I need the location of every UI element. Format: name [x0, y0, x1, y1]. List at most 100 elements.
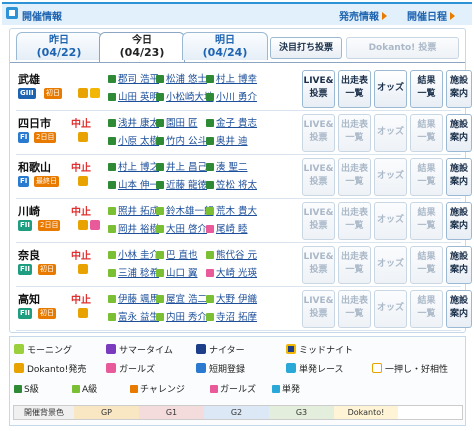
rider-link[interactable]: 小原 太樹: [108, 133, 159, 147]
venue-name[interactable]: 武雄: [18, 71, 40, 87]
facility-button[interactable]: 施設 案内: [446, 114, 472, 152]
girls-class-icon: [210, 385, 218, 393]
live-vote-button[interactable]: LIVE& 投票: [302, 70, 335, 108]
rider-link[interactable]: 松浦 悠士: [156, 71, 207, 85]
rider-link[interactable]: 巴 直也: [156, 247, 198, 261]
color-g1: G1: [139, 406, 204, 419]
rider-link[interactable]: 近藤 龍徳: [156, 177, 207, 191]
rider-link[interactable]: 小林 圭介: [108, 247, 159, 261]
rider-link[interactable]: 小川 勇介: [206, 89, 257, 103]
results-button[interactable]: 結果 一覧: [410, 114, 443, 152]
class-icon: [156, 75, 164, 83]
rider-link[interactable]: 山本 伸一: [108, 177, 159, 191]
legend-dokanto: Dokanto!発売: [14, 362, 86, 375]
venue-name[interactable]: 四日市: [18, 115, 51, 131]
rider-link[interactable]: 寺沼 拓摩: [206, 309, 257, 323]
odds-button[interactable]: オッズ: [374, 202, 407, 240]
facility-button[interactable]: 施設 案内: [446, 158, 472, 196]
facility-button[interactable]: 施設 案内: [446, 202, 472, 240]
rider-link[interactable]: 園田 匠: [156, 115, 198, 129]
dokanto-vote-button[interactable]: Dokanto! 投票: [346, 37, 459, 59]
venue-name[interactable]: 和歌山: [18, 159, 51, 175]
venue-name[interactable]: 高知: [18, 291, 40, 307]
class-icon: [108, 269, 116, 277]
entry-list-button[interactable]: 出走表 一覧: [338, 158, 371, 196]
live-vote-button[interactable]: LIVE& 投票: [302, 246, 335, 284]
venue-row: 高知 中止 FII 初日 伊藤 颯馬 屋宜 浩二 大野 伊織 富永 益生 内田 秀介 寺沼 拓摩 L…: [16, 287, 472, 331]
odds-button[interactable]: オッズ: [374, 114, 407, 152]
rider-link[interactable]: 鈴木雄一朗: [156, 203, 214, 217]
entry-list-button[interactable]: 出走表 一覧: [338, 70, 371, 108]
kettei-vote-button[interactable]: 決目打ち投票: [270, 37, 342, 59]
live-vote-button[interactable]: LIVE& 投票: [302, 114, 335, 152]
rider-link[interactable]: 大野 伊織: [206, 291, 257, 305]
facility-button[interactable]: 施設 案内: [446, 290, 472, 328]
class-icon: [108, 93, 116, 101]
rider-link[interactable]: 伊藤 颯馬: [108, 291, 159, 305]
tab-yesterday[interactable]: 昨日 (04/22): [16, 32, 102, 60]
day-badge: 初日: [38, 308, 56, 319]
results-button[interactable]: 結果 一覧: [410, 158, 443, 196]
info-icon: [6, 7, 18, 19]
rider-link[interactable]: 大崎 光瑛: [206, 265, 257, 279]
rider-link[interactable]: 屋宜 浩二: [156, 291, 207, 305]
rider-link[interactable]: 村上 博幸: [206, 71, 257, 85]
rider-link[interactable]: 熊代谷 元: [206, 247, 257, 261]
rider-link[interactable]: 竹内 公斗: [156, 133, 207, 147]
rider-link[interactable]: 照井 拓成: [108, 203, 159, 217]
rider-link[interactable]: 村上 博之: [108, 159, 159, 173]
class-icon: [206, 269, 214, 277]
rider-link[interactable]: 荒木 貴大: [206, 203, 257, 217]
class-icon: [206, 225, 214, 233]
venue-name[interactable]: 川崎: [18, 203, 40, 219]
results-button[interactable]: 結果 一覧: [410, 202, 443, 240]
live-vote-button[interactable]: LIVE& 投票: [302, 290, 335, 328]
rider-link[interactable]: 内田 秀介: [156, 309, 207, 323]
rider-link[interactable]: 岡井 裕樹: [108, 221, 159, 235]
rider-link[interactable]: 井上 昌己: [156, 159, 207, 173]
odds-button[interactable]: オッズ: [374, 158, 407, 196]
day-badge: 2日目: [34, 132, 57, 143]
results-button[interactable]: 結果 一覧: [410, 246, 443, 284]
rider-link[interactable]: 笠松 将太: [206, 177, 257, 191]
background-color-table: 開催背景色 GP G1 G2 G3 Dokanto!: [13, 405, 463, 420]
rider-link[interactable]: 富永 益生: [108, 309, 159, 323]
rider-link[interactable]: 大田 啓介: [156, 221, 207, 235]
color-empty: [398, 406, 462, 419]
class-icon: [156, 181, 164, 189]
entry-list-button[interactable]: 出走表 一覧: [338, 246, 371, 284]
tab-tomorrow[interactable]: 明日 (04/24): [182, 32, 268, 60]
rider-link[interactable]: 小松崎大地: [156, 89, 214, 103]
odds-button[interactable]: オッズ: [374, 290, 407, 328]
rider-link[interactable]: 山田 英明: [108, 89, 159, 103]
entry-list-button[interactable]: 出走表 一覧: [338, 290, 371, 328]
rider-link[interactable]: 浅井 康太: [108, 115, 159, 129]
rider-link[interactable]: 湊 聖二: [206, 159, 248, 173]
class-icon: [206, 207, 214, 215]
live-vote-button[interactable]: LIVE& 投票: [302, 158, 335, 196]
dokanto-icon: [14, 363, 24, 373]
facility-button[interactable]: 施設 案内: [446, 246, 472, 284]
odds-button[interactable]: オッズ: [374, 70, 407, 108]
rider-link[interactable]: 郡司 浩平: [108, 71, 159, 85]
entry-list-button[interactable]: 出走表 一覧: [338, 202, 371, 240]
rider-link[interactable]: 尾崎 睦: [206, 221, 248, 235]
tab-today[interactable]: 今日 (04/23): [99, 32, 185, 63]
page-title: 開催情報: [22, 12, 62, 23]
results-button[interactable]: 結果 一覧: [410, 290, 443, 328]
rider-link[interactable]: 金子 貴志: [206, 115, 257, 129]
dokanto-icon: [78, 220, 88, 230]
rider-link[interactable]: 奥井 迪: [206, 133, 248, 147]
venue-name[interactable]: 奈良: [18, 247, 40, 263]
entry-list-button[interactable]: 出走表 一覧: [338, 114, 371, 152]
facility-button[interactable]: 施設 案内: [446, 70, 472, 108]
rider-link[interactable]: 三浦 稔希: [108, 265, 159, 279]
live-vote-button[interactable]: LIVE& 投票: [302, 202, 335, 240]
results-button[interactable]: 結果 一覧: [410, 70, 443, 108]
schedule-link[interactable]: 開催日程: [407, 8, 455, 23]
sales-info-link[interactable]: 発売情報: [339, 8, 387, 23]
class-icon: [156, 295, 164, 303]
rider-link[interactable]: 山口 翼: [156, 265, 198, 279]
odds-button[interactable]: オッズ: [374, 246, 407, 284]
color-dokanto: Dokanto!: [334, 406, 398, 419]
